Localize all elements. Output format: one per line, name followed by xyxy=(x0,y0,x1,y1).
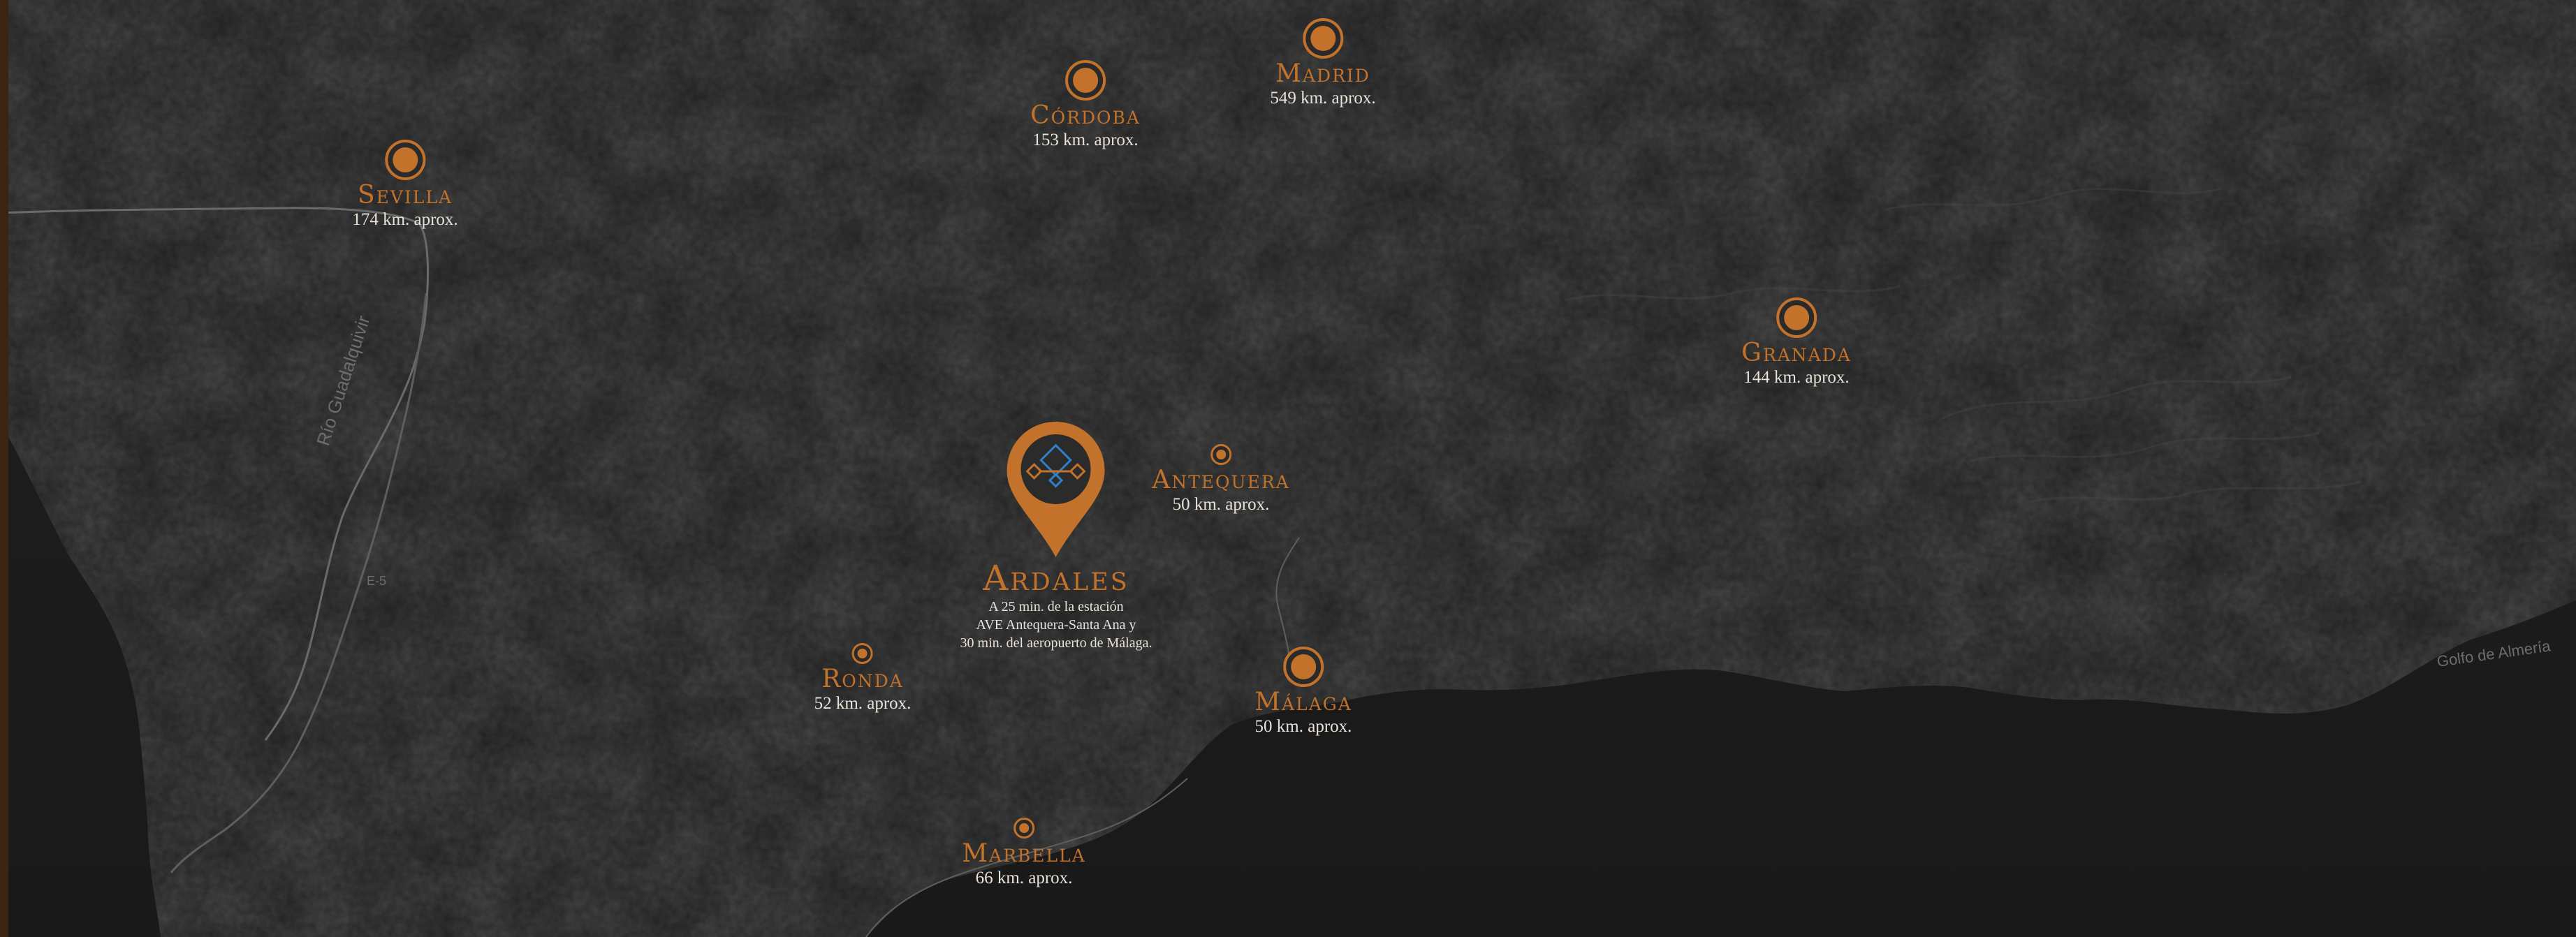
city-distance: 50 km. aprox. xyxy=(1172,495,1270,514)
city-marker-antequera[interactable]: Antequera 50 km. aprox. xyxy=(1152,444,1290,515)
ardales-note: A 25 min. de la estación AVE Antequera-S… xyxy=(960,598,1152,652)
city-distance: 66 km. aprox. xyxy=(975,869,1073,887)
location-dot-icon xyxy=(1210,444,1231,465)
city-name: Madrid xyxy=(1275,59,1370,88)
ardales-name: Ardales xyxy=(983,558,1129,598)
location-dot-icon xyxy=(1065,60,1106,101)
city-distance: 549 km. aprox. xyxy=(1270,89,1376,108)
city-name: Marbella xyxy=(962,839,1086,868)
city-name: Granada xyxy=(1741,339,1852,367)
city-distance: 144 km. aprox. xyxy=(1743,368,1850,387)
map-pin-logo-icon xyxy=(1007,422,1105,557)
location-dot-icon xyxy=(1303,18,1343,59)
location-dot-icon xyxy=(1776,297,1817,338)
city-distance: 174 km. aprox. xyxy=(352,210,458,229)
city-marker-ronda[interactable]: Ronda 52 km. aprox. xyxy=(814,643,912,714)
city-name: Córdoba xyxy=(1030,101,1141,130)
location-dot-icon xyxy=(852,643,873,664)
location-dot-icon xyxy=(385,140,425,180)
city-distance: 52 km. aprox. xyxy=(814,694,912,713)
city-name: Antequera xyxy=(1152,466,1290,494)
city-name: Málaga xyxy=(1254,688,1352,716)
ardales-marker[interactable]: Ardales A 25 min. de la estación AVE Ant… xyxy=(960,422,1152,652)
city-distance: 153 km. aprox. xyxy=(1032,131,1139,149)
city-marker-cordoba[interactable]: Córdoba 153 km. aprox. xyxy=(1030,60,1141,151)
location-dot-icon xyxy=(1013,818,1034,839)
road-label: E-5 xyxy=(367,574,386,588)
city-distance: 50 km. aprox. xyxy=(1254,717,1352,736)
map[interactable]: Río Guadalquivir E-5 Golfo de Almería Se… xyxy=(0,0,2576,937)
ardales-note-line: A 25 min. de la estación xyxy=(988,599,1124,614)
ardales-note-line: AVE Antequera-Santa Ana y xyxy=(976,617,1136,633)
location-dot-icon xyxy=(1282,647,1324,687)
city-marker-marbella[interactable]: Marbella 66 km. aprox. xyxy=(962,818,1086,889)
city-name: Ronda xyxy=(821,665,904,693)
city-marker-granada[interactable]: Granada 144 km. aprox. xyxy=(1741,297,1852,388)
city-name: Sevilla xyxy=(357,181,453,209)
ardales-note-line: 30 min. del aeropuerto de Málaga. xyxy=(960,635,1152,651)
left-edge-strip xyxy=(0,0,8,937)
city-marker-malaga[interactable]: Málaga 50 km. aprox. xyxy=(1254,647,1352,737)
city-marker-madrid[interactable]: Madrid 549 km. aprox. xyxy=(1270,18,1376,109)
city-marker-sevilla[interactable]: Sevilla 174 km. aprox. xyxy=(352,140,458,230)
